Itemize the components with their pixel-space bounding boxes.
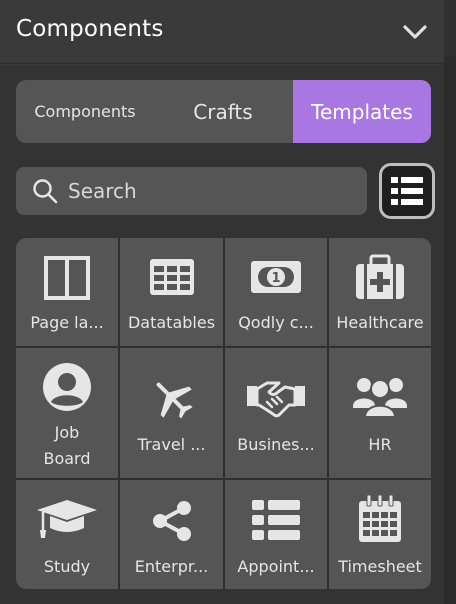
columns-icon	[44, 256, 90, 300]
template-tile[interactable]: Busines...	[225, 348, 327, 478]
template-label: HR	[368, 435, 392, 454]
components-panel: Components Components Crafts Templates S…	[0, 0, 456, 604]
template-label: Qodly c...	[238, 313, 314, 332]
tab-templates[interactable]: Templates	[293, 80, 431, 143]
medical-kit-icon	[356, 254, 404, 299]
banknote-icon: 1	[251, 261, 301, 293]
template-tile[interactable]: Page la...	[16, 238, 118, 346]
template-label: Appoint...	[237, 557, 315, 576]
svg-text:1: 1	[271, 271, 280, 286]
template-label: Timesheet	[338, 557, 422, 576]
template-label: Job Board	[43, 423, 91, 468]
template-tile[interactable]: Datatables	[120, 238, 223, 346]
template-tile[interactable]: Travel ...	[120, 348, 223, 478]
tab-components[interactable]: Components	[16, 80, 154, 143]
panel-title: Components	[16, 16, 164, 42]
share-icon	[152, 501, 191, 541]
list-view-button[interactable]	[379, 163, 435, 219]
template-label: Enterpr...	[134, 557, 209, 576]
tab-bar: Components Crafts Templates	[16, 80, 431, 143]
template-tile[interactable]: Healthcare	[329, 238, 431, 346]
list-view-icon	[391, 177, 423, 205]
panel-header[interactable]: Components	[0, 0, 444, 64]
template-tile[interactable]: Study	[16, 480, 118, 589]
template-tile[interactable]: Appoint...	[225, 480, 327, 589]
side-scrollbar	[444, 0, 456, 604]
list-icon	[252, 500, 300, 540]
template-label: Travel ...	[137, 435, 206, 454]
template-tile[interactable]: 1 Qodly c...	[225, 238, 327, 346]
template-label: Busines...	[237, 435, 315, 454]
handshake-icon	[247, 381, 305, 418]
search-input[interactable]	[68, 170, 358, 212]
chevron-down-icon[interactable]	[401, 22, 429, 42]
users-icon	[353, 378, 407, 418]
templates-grid: Page la... Datatables 1 Qodly c... Healt…	[16, 238, 431, 589]
table-icon	[149, 259, 194, 295]
tab-crafts[interactable]: Crafts	[154, 80, 292, 143]
template-label: Page la...	[30, 313, 104, 332]
template-label: Healthcare	[336, 313, 424, 332]
template-tile[interactable]: Enterpr...	[120, 480, 223, 589]
search-icon	[33, 179, 58, 204]
template-tile[interactable]: HR	[329, 348, 431, 478]
template-label: Study	[43, 557, 91, 576]
graduation-cap-icon	[37, 500, 97, 538]
template-tile[interactable]: Job Board	[16, 348, 118, 478]
user-circle-icon	[43, 363, 91, 411]
template-label: Datatables	[127, 313, 216, 332]
template-tile[interactable]: Timesheet	[329, 480, 431, 589]
calendar-icon	[359, 495, 401, 542]
plane-icon	[155, 382, 193, 419]
